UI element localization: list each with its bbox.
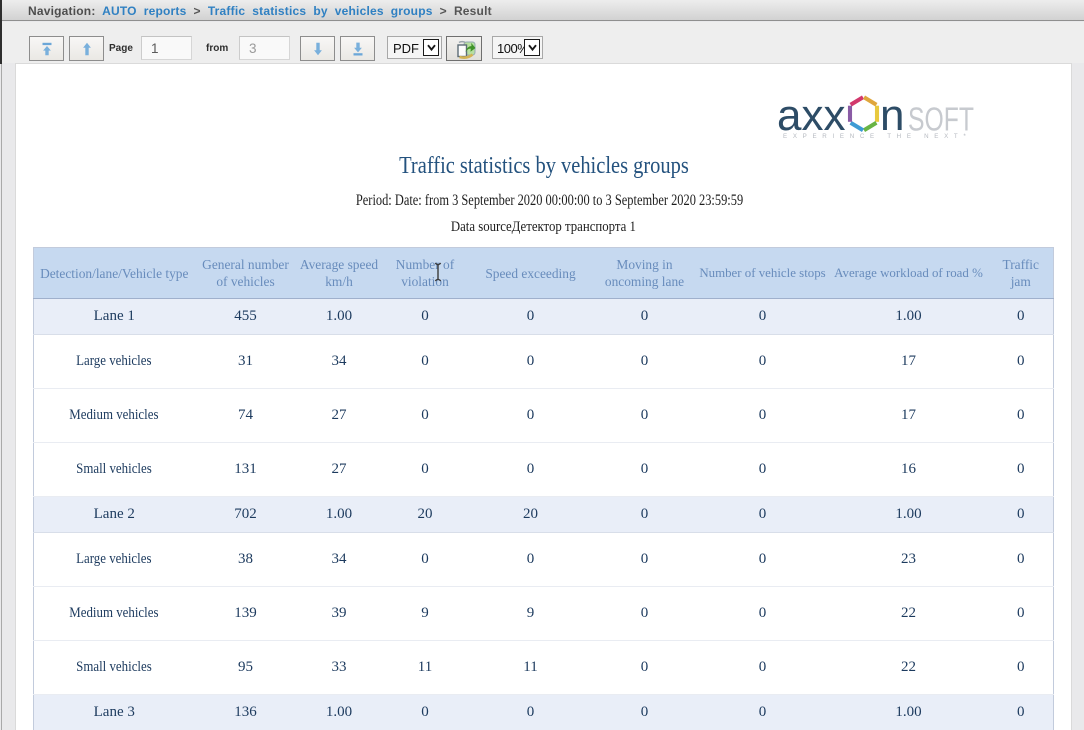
svg-text:EXPERIENCE THE NEXT*: EXPERIENCE THE NEXT* [783,133,972,140]
